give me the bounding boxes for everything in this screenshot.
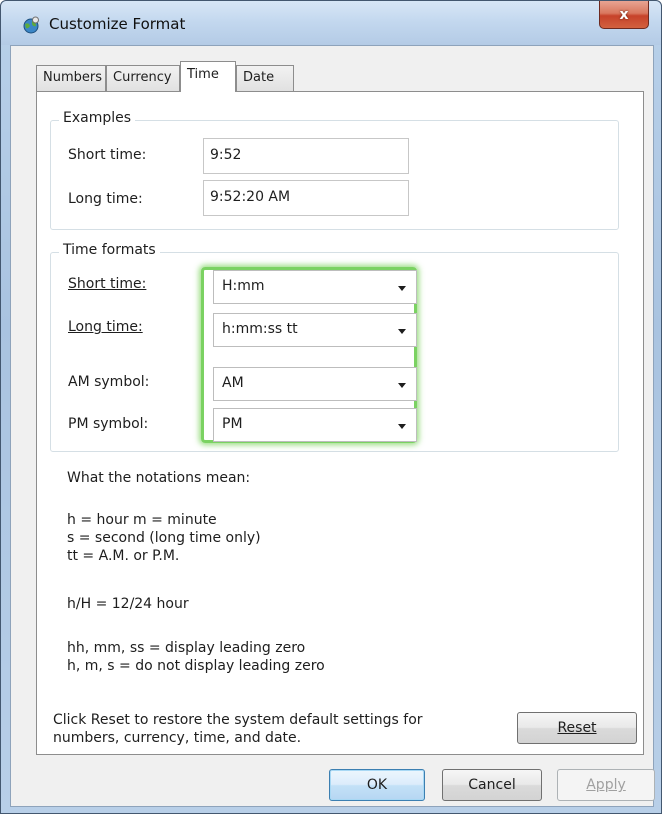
example-short-time-label: Short time: [68, 147, 147, 163]
tab-date[interactable]: Date [236, 65, 294, 91]
example-short-time-field[interactable]: 9:52 [203, 138, 409, 174]
long-time-format-dropdown[interactable]: h:mm:ss tt [213, 313, 417, 347]
notation-line: h/H = 12/24 hour [67, 596, 189, 612]
notations-heading: What the notations mean: [67, 470, 251, 486]
close-icon: x [619, 6, 629, 23]
close-button[interactable]: x [599, 1, 649, 29]
tab-time[interactable]: Time [180, 61, 236, 92]
notation-line: h, m, s = do not display leading zero [67, 658, 325, 674]
chevron-down-icon [398, 286, 406, 291]
pm-symbol-label: PM symbol: [68, 416, 149, 432]
apply-button[interactable]: Apply [557, 769, 655, 801]
globe-settings-icon [23, 16, 39, 34]
am-symbol-value: AM [222, 375, 244, 391]
time-tab-page: Examples Short time: 9:52 Long time: 9:5… [36, 91, 644, 755]
reset-button[interactable]: Reset [517, 712, 637, 744]
window-title: Customize Format [49, 15, 186, 33]
tab-currency[interactable]: Currency [106, 65, 180, 91]
example-long-time-label: Long time: [68, 191, 143, 207]
examples-group: Examples Short time: 9:52 Long time: 9:5… [50, 110, 619, 230]
chevron-down-icon [398, 383, 406, 388]
time-formats-group: Time formats Short time: H:mm Long time:… [50, 242, 619, 452]
notation-line: s = second (long time only) [67, 530, 261, 546]
notation-line: hh, mm, ss = display leading zero [67, 640, 306, 656]
long-time-format-label-text: Long time: [68, 319, 143, 335]
long-time-format-value: h:mm:ss tt [222, 321, 298, 337]
dialog-window: Customize Format x Numbers Currency Time… [0, 0, 662, 814]
short-time-format-value: H:mm [222, 278, 265, 294]
example-long-time-field[interactable]: 9:52:20 AM [203, 180, 409, 216]
short-time-format-dropdown[interactable]: H:mm [213, 270, 417, 304]
title-bar[interactable]: Customize Format x [1, 1, 661, 45]
cancel-button[interactable]: Cancel [442, 769, 542, 801]
tab-numbers[interactable]: Numbers [36, 65, 106, 91]
long-time-format-label: Long time: [68, 319, 143, 335]
pm-symbol-dropdown[interactable]: PM [213, 408, 417, 442]
am-symbol-dropdown[interactable]: AM [213, 367, 417, 401]
examples-group-title: Examples [59, 110, 136, 126]
chevron-down-icon [398, 424, 406, 429]
short-time-format-label: Short time: [68, 276, 146, 292]
chevron-down-icon [398, 329, 406, 334]
notation-line: tt = A.M. or P.M. [67, 548, 180, 564]
reset-description-line1: Click Reset to restore the system defaul… [53, 712, 423, 728]
short-time-format-label-text: Short time: [68, 276, 147, 292]
time-formats-group-title: Time formats [59, 242, 160, 258]
am-symbol-label: AM symbol: [68, 374, 150, 390]
ok-button[interactable]: OK [329, 769, 425, 801]
apply-button-label: Apply [586, 777, 626, 793]
reset-button-label: Reset [557, 720, 597, 736]
pm-symbol-value: PM [222, 416, 243, 432]
dialog-body: Numbers Currency Time Date Examples Shor… [10, 45, 655, 807]
reset-description-line2: numbers, currency, time, and date. [53, 730, 302, 746]
notation-line: h = hour m = minute [67, 512, 217, 528]
